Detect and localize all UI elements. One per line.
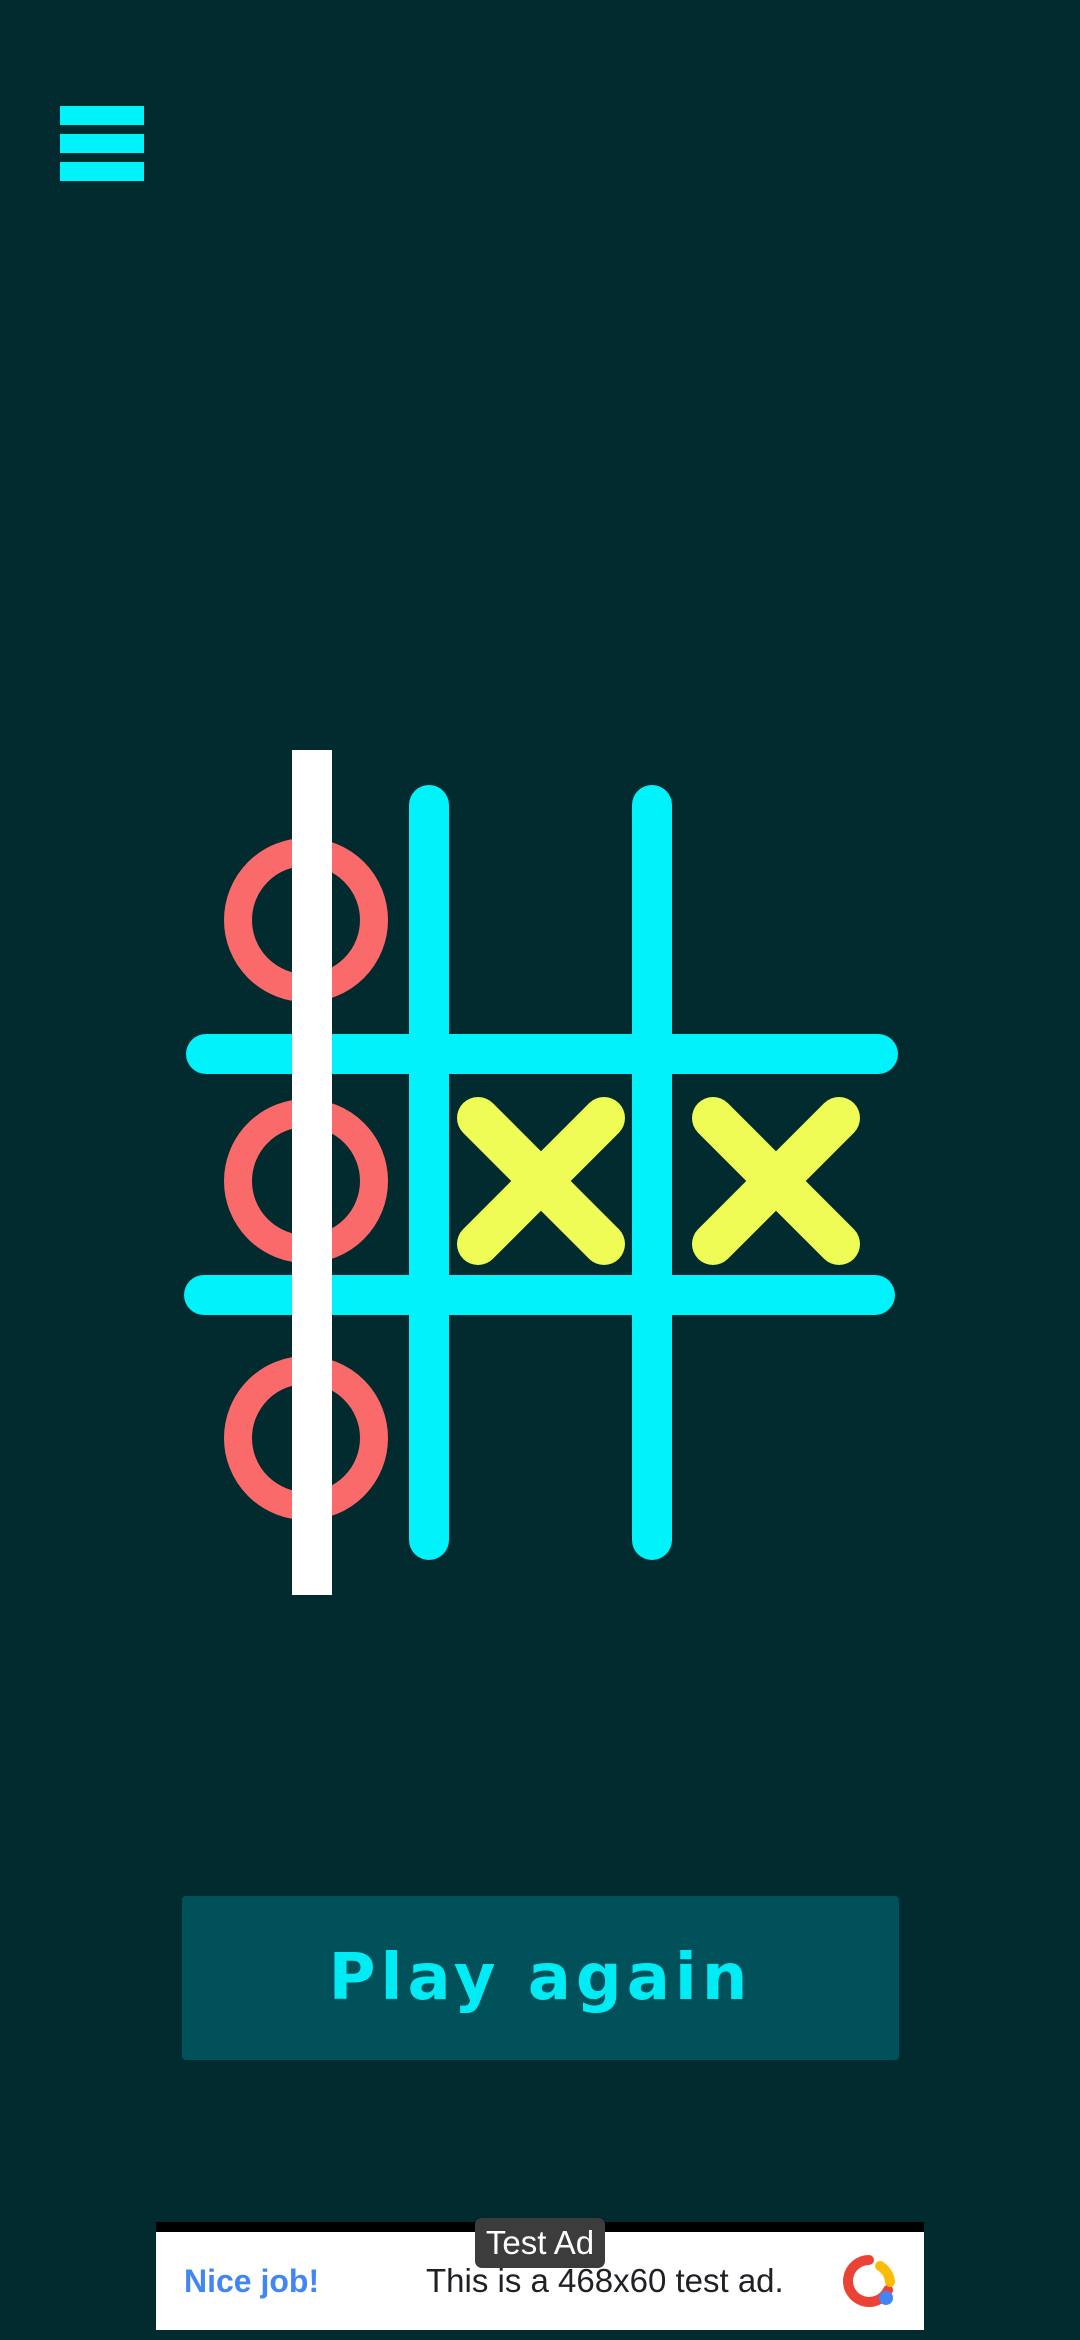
test-ad-badge: Test Ad bbox=[475, 2218, 605, 2268]
board-cell[interactable] bbox=[441, 1071, 641, 1291]
ad-headline: Nice job! bbox=[184, 2263, 320, 2299]
play-again-button[interactable]: Play again bbox=[182, 1896, 899, 2060]
board-cell[interactable] bbox=[676, 1328, 876, 1548]
game-board bbox=[184, 750, 898, 1595]
board-cell[interactable] bbox=[441, 1328, 641, 1548]
board-cell[interactable] bbox=[676, 810, 876, 1030]
board-cell[interactable] bbox=[441, 810, 641, 1030]
board-cell[interactable] bbox=[676, 1071, 876, 1291]
adchoices-logo-icon bbox=[843, 2255, 895, 2307]
winning-strike-line bbox=[292, 750, 332, 1595]
